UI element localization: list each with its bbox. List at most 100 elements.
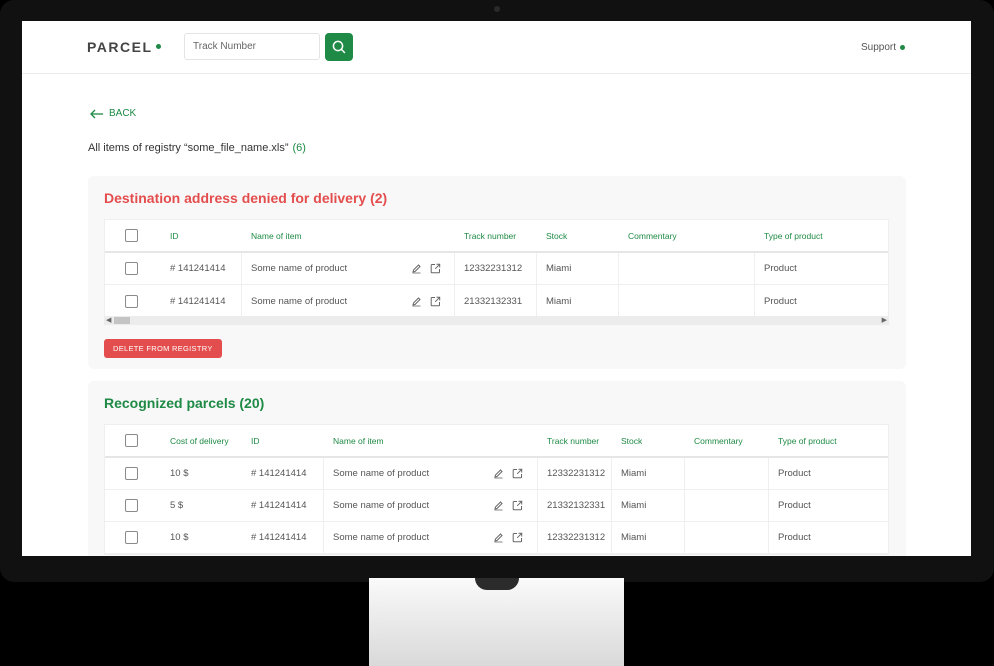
- back-label: BACK: [109, 108, 137, 119]
- edit-icon[interactable]: [493, 500, 504, 511]
- row-stock: Miami: [621, 468, 647, 479]
- row-checkbox[interactable]: [125, 531, 138, 544]
- row-cost: 10 $: [170, 468, 189, 479]
- denied-title: Destination address denied for delivery …: [104, 190, 388, 206]
- select-all-checkbox[interactable]: [125, 229, 138, 242]
- table-row[interactable]: # 141241414 Some name of product 2133213…: [105, 285, 888, 317]
- edit-icon[interactable]: [411, 263, 422, 274]
- row-checkbox-cell: [125, 253, 138, 284]
- row-actions: [493, 490, 523, 521]
- back-button[interactable]: BACK: [90, 108, 136, 119]
- column-header-stock[interactable]: Stock: [546, 220, 567, 251]
- logo-text: PARCEL: [87, 39, 153, 55]
- row-checkbox[interactable]: [125, 262, 138, 275]
- search-button[interactable]: [325, 33, 353, 61]
- row-stock: Miami: [621, 500, 647, 511]
- column-header-id[interactable]: ID: [170, 220, 179, 251]
- row-checkbox-cell: [125, 490, 138, 521]
- external-link-icon[interactable]: [430, 263, 441, 274]
- table-row[interactable]: 5 $ # 141241414 Some name of product 213…: [105, 490, 888, 522]
- external-link-icon[interactable]: [430, 296, 441, 307]
- row-name: Some name of product: [333, 532, 430, 543]
- camera-dot: [494, 6, 500, 12]
- row-actions: [411, 253, 441, 284]
- row-type: Product: [778, 532, 811, 543]
- row-track-number: 12332231312: [464, 263, 523, 274]
- edit-icon[interactable]: [411, 296, 422, 307]
- column-header-commentary[interactable]: Commentary: [694, 425, 743, 456]
- row-type: Product: [764, 295, 797, 307]
- registry-title-text: All items of registry “some_file_name.xl…: [88, 142, 289, 154]
- column-header-track[interactable]: Track number: [464, 220, 516, 251]
- table-row[interactable]: 10 $ # 141241414 Some name of product 12…: [105, 458, 888, 490]
- column-header-type[interactable]: Type of product: [778, 425, 837, 456]
- logo-dot-icon: [155, 44, 161, 50]
- denied-table: ID Name of item Track number Stock Comme…: [104, 219, 889, 318]
- row-checkbox[interactable]: [125, 467, 138, 480]
- row-id: # 141241414: [170, 295, 226, 307]
- stand-hole: [475, 578, 519, 590]
- edit-icon[interactable]: [493, 532, 504, 543]
- select-all-cell: [125, 425, 138, 456]
- row-stock: Miami: [546, 295, 572, 307]
- support-link[interactable]: Support: [861, 42, 905, 53]
- row-type: Product: [778, 468, 811, 479]
- column-header-type[interactable]: Type of product: [764, 220, 823, 251]
- table-header-row: ID Name of item Track number Stock Comme…: [105, 220, 888, 253]
- row-name: Some name of product: [251, 263, 348, 274]
- external-link-icon[interactable]: [512, 532, 523, 543]
- edit-icon[interactable]: [493, 468, 504, 479]
- track-number-input[interactable]: [184, 33, 320, 60]
- row-cost: 5 $: [170, 500, 184, 511]
- row-track-number: 12332231312: [547, 532, 606, 543]
- delete-from-registry-button[interactable]: DELETE FROM REGISTRY: [104, 339, 222, 358]
- logo[interactable]: PARCEL: [87, 39, 161, 55]
- select-all-checkbox[interactable]: [125, 434, 138, 447]
- scroll-thumb[interactable]: [114, 317, 130, 324]
- row-stock: Miami: [621, 532, 647, 543]
- column-header-name[interactable]: Name of item: [251, 220, 302, 251]
- top-header: PARCEL Support: [22, 21, 971, 74]
- row-track-number: 21332132331: [464, 295, 523, 307]
- row-actions: [411, 285, 441, 317]
- row-checkbox-cell: [125, 522, 138, 553]
- column-header-cost[interactable]: Cost of delivery: [170, 425, 229, 456]
- registry-count: (6): [292, 142, 306, 154]
- row-id: # 141241414: [251, 468, 307, 479]
- row-cost: 10 $: [170, 532, 189, 543]
- row-id: # 141241414: [251, 532, 307, 543]
- table-row[interactable]: # 141241414 Some name of product 1233223…: [105, 253, 888, 285]
- row-id: # 141241414: [170, 263, 226, 274]
- scroll-right-icon[interactable]: ▶: [882, 316, 887, 325]
- table-row[interactable]: 10 $ # 141241414 Some name of product 12…: [105, 522, 888, 554]
- select-all-cell: [125, 220, 138, 251]
- row-stock: Miami: [546, 263, 572, 274]
- row-checkbox-cell: [125, 285, 138, 317]
- external-link-icon[interactable]: [512, 468, 523, 479]
- row-id: # 141241414: [251, 500, 307, 511]
- scroll-left-icon[interactable]: ◀: [106, 316, 111, 325]
- arrow-left-icon: [90, 109, 103, 118]
- row-name: Some name of product: [333, 468, 430, 479]
- support-label: Support: [860, 42, 896, 53]
- screen: PARCEL Support BACK All items of registr…: [22, 21, 971, 556]
- row-checkbox[interactable]: [125, 294, 138, 308]
- column-header-name[interactable]: Name of item: [333, 425, 384, 456]
- denied-panel: Destination address denied for delivery …: [88, 176, 906, 369]
- row-track-number: 12332231312: [547, 468, 606, 479]
- recognized-panel: Recognized parcels (20) Cost of delivery…: [88, 381, 906, 556]
- horizontal-scrollbar[interactable]: ◀ ▶: [104, 316, 889, 325]
- search-icon: [332, 40, 346, 54]
- registry-title: All items of registry “some_file_name.xl…: [88, 142, 306, 154]
- column-header-track[interactable]: Track number: [547, 425, 599, 456]
- row-actions: [493, 522, 523, 553]
- column-header-id[interactable]: ID: [251, 425, 260, 456]
- row-actions: [493, 458, 523, 489]
- support-dot-icon: [900, 44, 905, 50]
- row-checkbox[interactable]: [125, 499, 138, 512]
- table-header-row: Cost of delivery ID Name of item Track n…: [105, 425, 888, 458]
- column-header-commentary[interactable]: Commentary: [628, 220, 677, 251]
- recognized-table: Cost of delivery ID Name of item Track n…: [104, 424, 889, 555]
- column-header-stock[interactable]: Stock: [621, 425, 642, 456]
- external-link-icon[interactable]: [512, 500, 523, 511]
